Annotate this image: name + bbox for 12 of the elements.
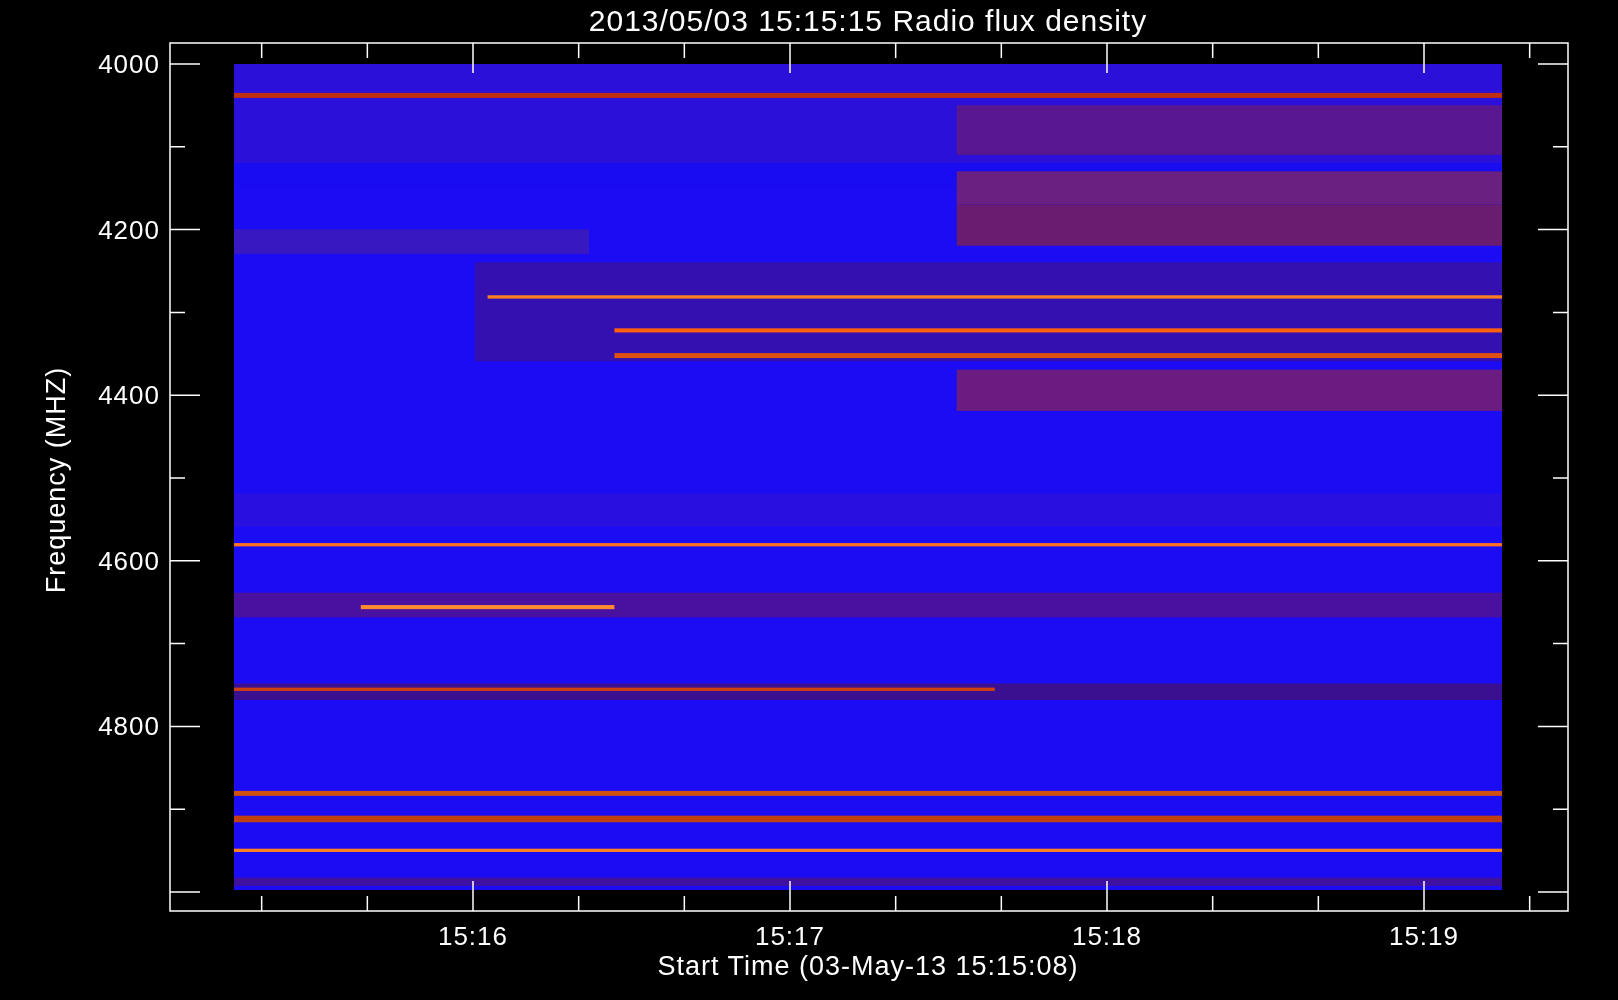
x-tick-label: 15:18 [1071,921,1143,951]
x-axis-label: Start Time (03-May-13 15:15:08) [657,951,1079,981]
y-tick-label: 4000 [98,49,160,79]
y-tick-label: 4600 [98,545,160,576]
y-axis-label: Frequency (MHZ) [41,366,71,594]
y-tick-label: 4800 [98,711,160,742]
x-tick-label: 15:17 [754,921,826,951]
chart-title: 2013/05/03 15:15:15 Radio flux density [588,4,1148,37]
y-tick-label: 4400 [98,380,160,411]
y-tick-label: 4200 [98,214,160,245]
x-tick-label: 15:19 [1388,921,1460,951]
x-tick-label: 15:16 [437,921,509,951]
